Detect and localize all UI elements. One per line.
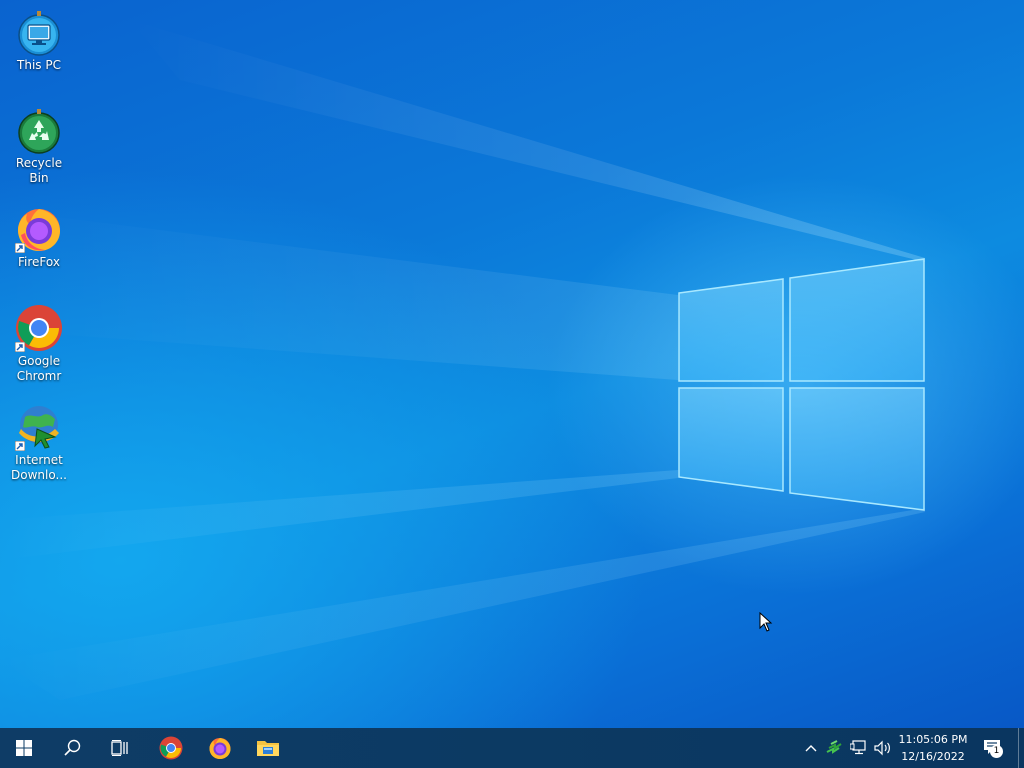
desktop-icon-label: This PC xyxy=(17,58,61,72)
desktop-wallpaper[interactable]: This PC Recycle Bin FireFox Google Chrom… xyxy=(0,0,1024,728)
chrome-icon xyxy=(15,304,63,352)
desktop-icon-firefox[interactable]: FireFox xyxy=(4,205,74,270)
task-view-button[interactable] xyxy=(96,728,144,768)
notification-count-badge: 1 xyxy=(990,745,1003,758)
taskbar-clock[interactable]: 11:05:06 PM 12/16/2022 xyxy=(896,731,970,765)
clock-time: 11:05:06 PM xyxy=(898,733,968,746)
tray-idm-button[interactable] xyxy=(824,728,844,768)
taskbar-pinned-firefox[interactable] xyxy=(196,728,244,768)
desktop-icon-label: Google Chromr xyxy=(16,354,62,383)
internet-download-manager-icon xyxy=(15,403,63,451)
firefox-icon xyxy=(15,205,63,253)
show-desktop-button[interactable] xyxy=(1018,728,1024,768)
desktop-icon-recycle-bin[interactable]: Recycle Bin xyxy=(4,106,74,186)
tray-network-button[interactable] xyxy=(849,728,869,768)
volume-icon xyxy=(874,740,890,756)
taskbar-pinned-file-explorer[interactable] xyxy=(244,728,292,768)
start-button[interactable] xyxy=(0,728,48,768)
desktop-icon-label: Recycle Bin xyxy=(15,156,63,185)
chevron-up-icon xyxy=(805,745,817,752)
this-pc-icon xyxy=(15,8,63,56)
desktop-icon-internet-download-manager[interactable]: Internet Downlo... xyxy=(4,403,74,483)
desktop-icon-google-chrome[interactable]: Google Chromr xyxy=(4,304,74,384)
show-hidden-icons-button[interactable] xyxy=(802,728,820,768)
idm-tray-icon xyxy=(826,740,842,754)
desktop-icon-this-pc[interactable]: This PC xyxy=(4,8,74,73)
file-explorer-icon xyxy=(257,741,279,756)
shortcut-arrow-icon xyxy=(15,342,25,352)
taskbar: 11:05:06 PM 12/16/2022 1 xyxy=(0,728,1024,768)
firefox-icon xyxy=(209,738,231,759)
taskbar-pinned-chrome[interactable] xyxy=(147,728,195,768)
desktop-icon-label: Internet Downlo... xyxy=(11,453,67,482)
tray-volume-button[interactable] xyxy=(873,728,893,768)
windows-logo-wallpaper xyxy=(0,20,925,700)
recycle-bin-icon xyxy=(15,106,63,154)
action-center-button[interactable]: 1 xyxy=(980,728,1006,768)
mouse-cursor-icon xyxy=(759,612,773,632)
clock-date: 12/16/2022 xyxy=(901,750,965,763)
network-icon xyxy=(850,740,866,755)
search-icon xyxy=(64,739,81,756)
shortcut-arrow-icon xyxy=(15,441,25,451)
desktop-icon-label: FireFox xyxy=(18,255,60,269)
task-view-icon xyxy=(111,740,128,756)
chrome-icon xyxy=(159,736,183,760)
windows-start-icon xyxy=(16,740,32,756)
search-button[interactable] xyxy=(48,728,96,768)
shortcut-arrow-icon xyxy=(15,243,25,253)
